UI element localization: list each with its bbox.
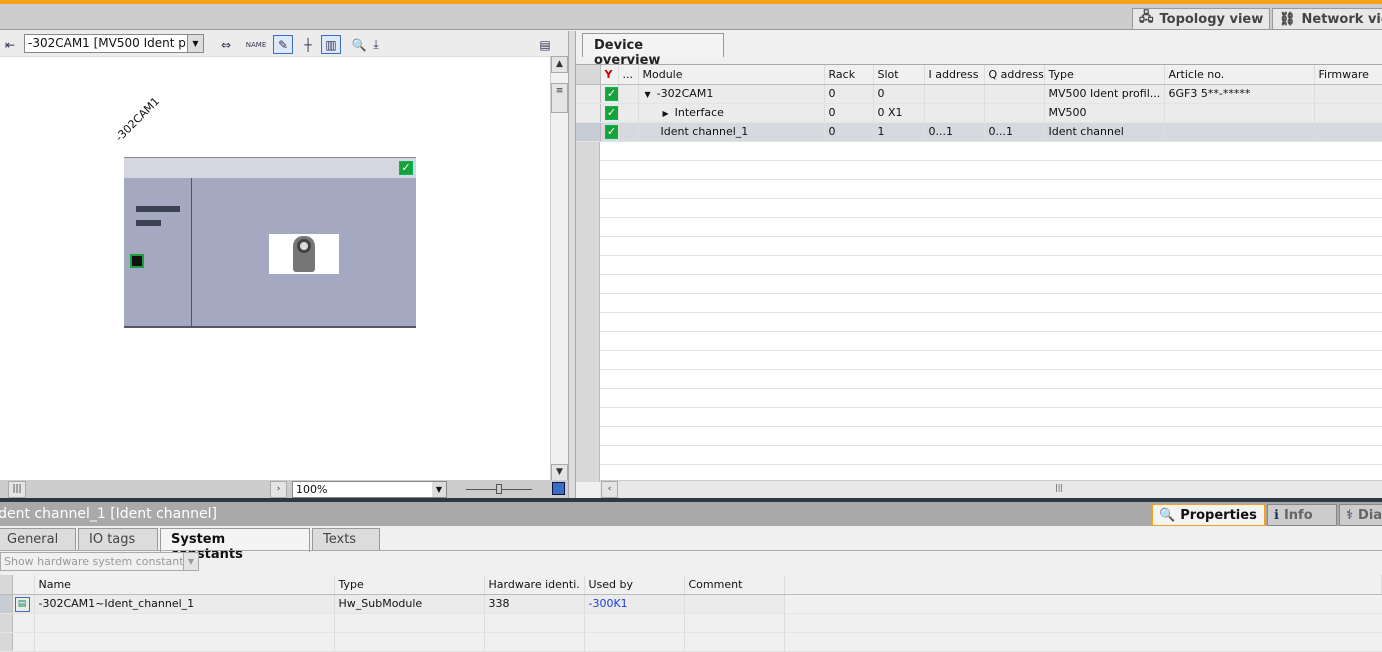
col-type[interactable]: Type xyxy=(1044,65,1165,85)
info-icon: ℹ xyxy=(1274,507,1279,523)
overview-icon[interactable] xyxy=(552,482,565,495)
show-names-icon[interactable]: NAME xyxy=(246,35,267,54)
tab-texts[interactable]: Texts xyxy=(312,528,380,550)
topology-view-button[interactable]: 🖧 Topology view xyxy=(1132,8,1270,30)
table-header: Name Type Hardware identi. Used by Comment xyxy=(0,575,1382,595)
used-by-link[interactable]: -300K1 xyxy=(584,594,685,614)
collapse-icon[interactable]: ▼ xyxy=(645,90,651,99)
tab-io-tags[interactable]: IO tags xyxy=(78,528,158,550)
camera-image xyxy=(269,234,339,274)
col-module[interactable]: Module xyxy=(638,65,825,85)
device-view-toolbar: ⇤ -302CAM1 [MV500 Ident profil ▼ ⇔ NAME ✎… xyxy=(0,31,568,57)
topology-icon: 🖧 xyxy=(1139,10,1154,25)
device-overview-table: Y ... Module Rack Slot I address Q address Typ… xyxy=(576,64,1382,482)
interface-port-icon[interactable] xyxy=(130,254,144,268)
device-select[interactable]: -302CAM1 [MV500 Ident profil ▼ xyxy=(24,34,204,53)
table-row[interactable]: ✓ ▼ -302CAM1 0 0 MV500 Ident profil... 6GF3 5… xyxy=(576,84,1382,104)
table-header: Y ... Module Rack Slot I address Q address Typ… xyxy=(576,65,1382,85)
col-qaddress[interactable]: Q address xyxy=(984,65,1045,85)
row-gutter xyxy=(576,142,600,482)
table-row[interactable]: ▤ -302CAM1~Ident_channel_1 Hw_SubModule 33… xyxy=(0,594,1382,614)
col-type[interactable]: Type xyxy=(334,575,485,595)
zoom-slider[interactable] xyxy=(466,484,532,494)
module-header: ✓ xyxy=(124,157,416,178)
list-panel-icon[interactable]: ▥ xyxy=(321,35,341,54)
network-icon: ⛓ xyxy=(1279,11,1296,27)
canvas-bottom-bar: ||| › 100% ▼ xyxy=(0,480,568,498)
status-ok-icon: ✓ xyxy=(399,161,413,175)
chevron-down-icon[interactable]: ▼ xyxy=(432,482,446,497)
h-scroll-thumb[interactable]: ||| xyxy=(1055,483,1063,492)
status-ok-icon: ✓ xyxy=(604,105,617,120)
col-name[interactable]: Name xyxy=(34,575,335,595)
tab-diagnostics[interactable]: ⚕Diagnostics xyxy=(1339,504,1382,526)
module-width-icon[interactable]: ⇔ xyxy=(216,35,236,54)
constant-icon: ▤ xyxy=(14,596,30,612)
scroll-thumb[interactable]: ≡ xyxy=(551,83,568,113)
chevron-down-icon[interactable]: ▼ xyxy=(183,553,198,570)
col-hwid[interactable]: Hardware identi. xyxy=(484,575,585,595)
system-constants-table: Name Type Hardware identi. Used by Comment ▤… xyxy=(0,575,1382,652)
expand-icon[interactable]: ▶ xyxy=(663,109,669,118)
empty-rows xyxy=(600,142,1382,482)
tab-device-overview[interactable]: Device overview xyxy=(582,33,724,68)
scroll-left-icon[interactable]: ‹ xyxy=(601,481,618,498)
horizontal-scrollbar[interactable]: ‹ ||| xyxy=(600,480,1382,498)
navigate-icon[interactable]: ⇤ xyxy=(0,35,20,54)
camera-icon xyxy=(293,236,315,272)
grid-icon[interactable]: ┼ xyxy=(298,35,318,54)
divider xyxy=(191,178,192,326)
show-pen-icon[interactable]: ✎ xyxy=(273,35,293,54)
h-scroll-thumb[interactable]: ||| xyxy=(8,481,26,498)
scroll-down-icon[interactable]: ▼ xyxy=(551,464,568,481)
inspector-title: Ident channel_1 [Ident channel] xyxy=(0,506,217,522)
table-row-selected[interactable]: ✓ Ident channel_1 0 1 0...1 0...1 Ident chann… xyxy=(576,122,1382,142)
col-comment[interactable]: Comment xyxy=(684,575,785,595)
col-used-by[interactable]: Used by xyxy=(584,575,685,595)
device-module[interactable]: ✓ xyxy=(124,157,416,328)
filter-select[interactable]: Show hardware system constants ▼ xyxy=(0,552,199,571)
module-label-bar xyxy=(136,206,180,212)
view-switch-bar: 🖧Topology view ⛓Network view xyxy=(0,4,1382,30)
tab-info[interactable]: ℹ Info xyxy=(1267,504,1337,526)
properties-icon: 🔍 xyxy=(1159,507,1176,523)
tab-general[interactable]: General xyxy=(0,528,76,550)
chevron-down-icon[interactable]: ▼ xyxy=(187,35,203,52)
download-icon[interactable]: ⤓ xyxy=(366,35,386,54)
table-row-empty xyxy=(0,632,1382,652)
table-row-empty xyxy=(0,613,1382,633)
diagnostics-icon: ⚕ xyxy=(1346,507,1354,523)
zoom-slider-thumb[interactable] xyxy=(496,484,502,494)
tab-properties[interactable]: 🔍 Properties xyxy=(1152,504,1265,526)
zoom-select[interactable]: 100% ▼ xyxy=(292,481,447,498)
table-row[interactable]: ✓ ▶ Interface 0 0 X1 MV500 xyxy=(576,103,1382,123)
device-overview-pane: Device overview Y ... Module Rack Slot I add… xyxy=(576,31,1382,498)
scroll-right-icon[interactable]: › xyxy=(270,481,287,498)
vertical-scrollbar[interactable]: ▲ ≡ ▼ xyxy=(550,56,568,481)
divider xyxy=(0,550,1382,551)
device-label: -302CAM1 xyxy=(112,94,163,144)
status-ok-icon: ✓ xyxy=(604,86,617,101)
module-label-bar xyxy=(136,220,161,226)
inspector-title-bar: Ident channel_1 [Ident channel] 🔍 Propert… xyxy=(0,502,1382,526)
network-view-button[interactable]: ⛓Network view xyxy=(1272,8,1382,30)
status-col-icon: Y xyxy=(600,65,619,85)
status-ok-icon: ✓ xyxy=(604,124,617,139)
pane-splitter[interactable] xyxy=(568,31,576,498)
scroll-up-icon[interactable]: ▲ xyxy=(551,56,568,73)
device-view-canvas: ⇤ -302CAM1 [MV500 Ident profil ▼ ⇔ NAME ✎… xyxy=(0,31,568,498)
tab-system-constants[interactable]: System constants xyxy=(160,528,310,562)
col-iaddress[interactable]: I address xyxy=(924,65,985,85)
col-slot[interactable]: Slot xyxy=(873,65,925,85)
col-article[interactable]: Article no. xyxy=(1164,65,1315,85)
panel-toggle-icon[interactable]: ▤ xyxy=(535,35,555,54)
col-rack[interactable]: Rack xyxy=(824,65,874,85)
col-firmware[interactable]: Firmware xyxy=(1314,65,1382,85)
